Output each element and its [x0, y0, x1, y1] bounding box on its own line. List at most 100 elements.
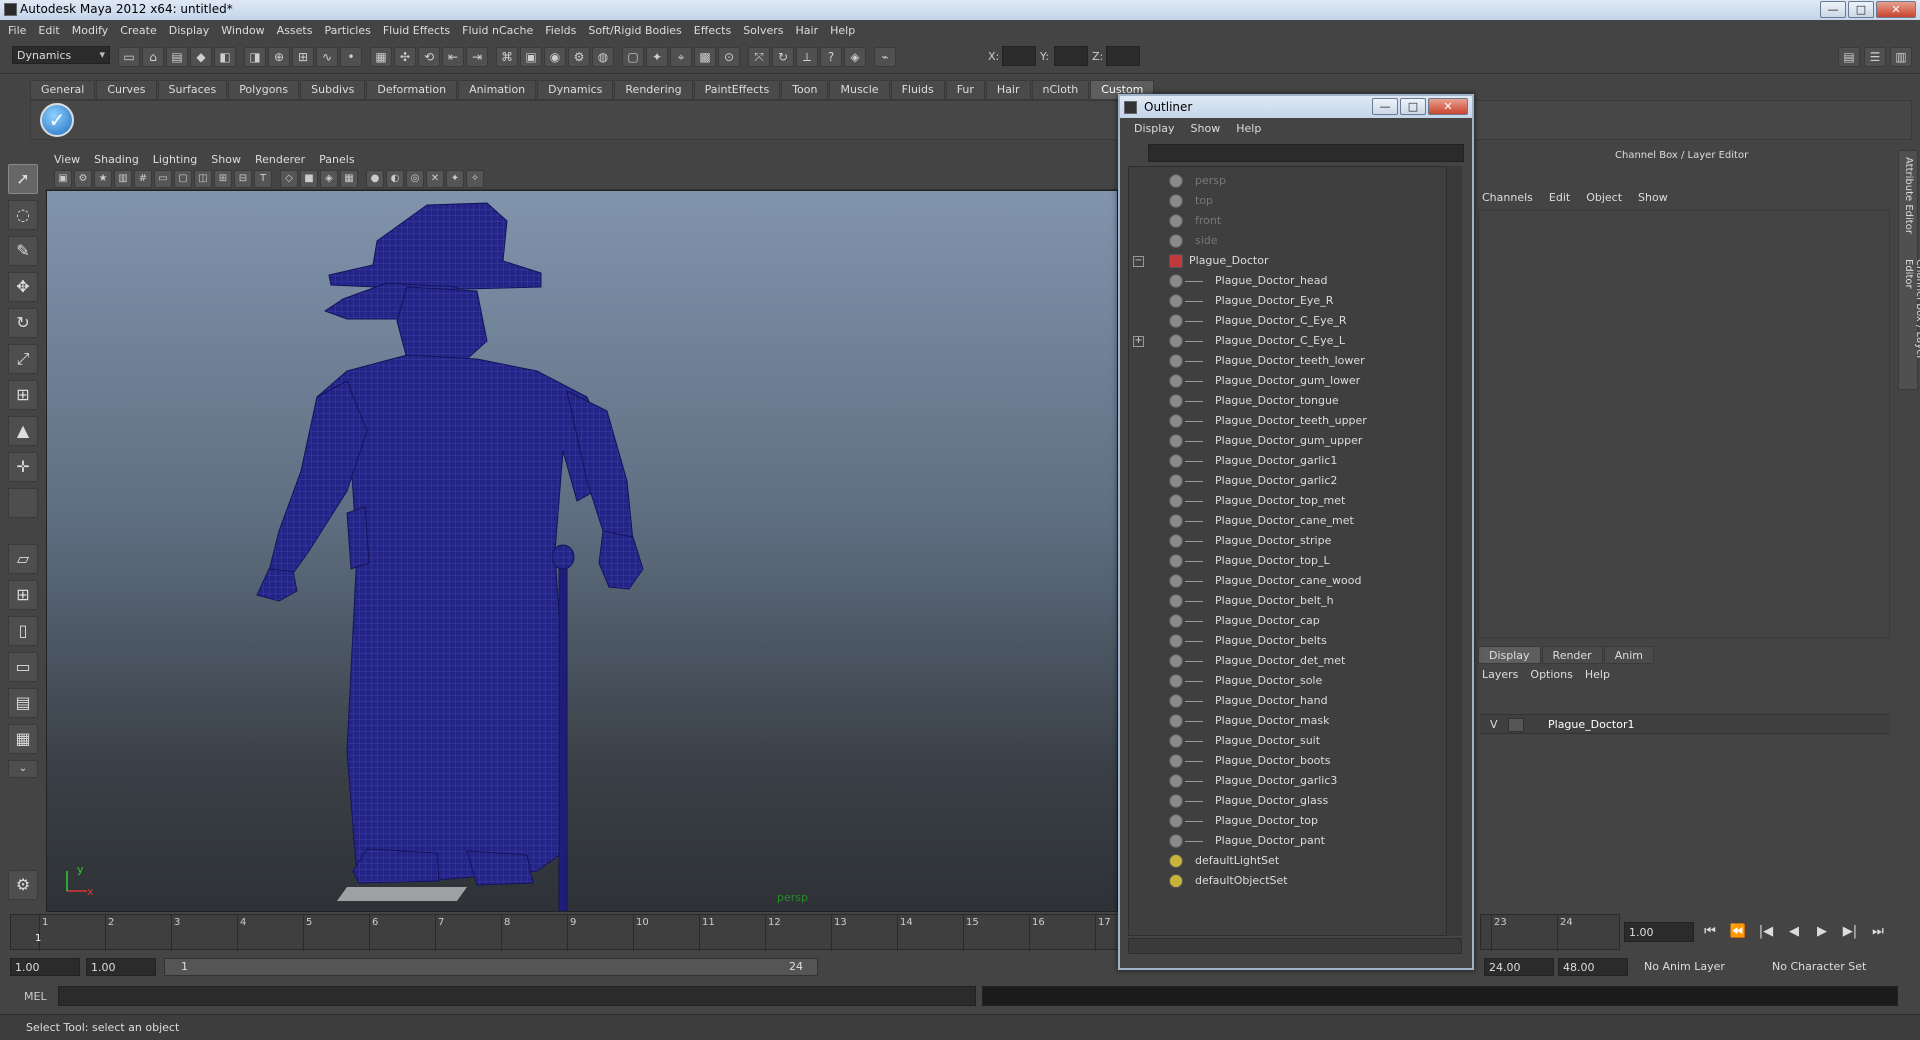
channel-box-tab[interactable]: Channel Box / Layer Editor	[1903, 259, 1920, 389]
current-time-marker[interactable]: 1	[35, 933, 41, 944]
shelf-tab-toon[interactable]: Toon	[781, 80, 829, 100]
smooth-shade-icon[interactable]: ■	[300, 170, 318, 188]
wireframe-icon[interactable]: ◇	[280, 170, 298, 188]
outliner-menu-help[interactable]: Help	[1236, 122, 1261, 135]
image-plane-icon[interactable]: ▥	[114, 170, 132, 188]
outliner-menu-display[interactable]: Display	[1134, 122, 1175, 135]
outliner-item-label[interactable]: Plague_Doctor	[1189, 254, 1268, 267]
character-set-dropdown[interactable]: No Character Set	[1768, 958, 1888, 976]
shelf-tab-muscle[interactable]: Muscle	[829, 80, 890, 100]
outliner-camera-item[interactable]: persp	[1129, 171, 1449, 191]
outliner-item-label[interactable]: top	[1195, 194, 1213, 207]
outliner-camera-item[interactable]: top	[1129, 191, 1449, 211]
outliner-mesh-item[interactable]: Plague_Doctor_teeth_upper	[1129, 411, 1449, 431]
render-frame-icon[interactable]: ▣	[520, 47, 542, 67]
paint-select-tool-icon[interactable]: ✎	[8, 236, 38, 266]
outliner-item-label[interactable]: Plague_Doctor_top_L	[1215, 554, 1330, 567]
outliner-item-label[interactable]: Plague_Doctor_cap	[1215, 614, 1320, 627]
keyframe-icon[interactable]: ◈	[844, 47, 866, 67]
outliner-camera-item[interactable]: side	[1129, 231, 1449, 251]
persp-outliner-layout-icon[interactable]: ▯	[8, 616, 38, 646]
menu-solvers[interactable]: Solvers	[743, 24, 783, 37]
current-frame-field[interactable]: 1.00	[1624, 922, 1694, 942]
viewport-menu-view[interactable]: View	[54, 153, 80, 166]
textured-icon[interactable]: ▦	[340, 170, 358, 188]
gate-mask-icon[interactable]: ◫	[194, 170, 212, 188]
open-scene-icon[interactable]: ⌂	[142, 47, 164, 67]
safe-title-icon[interactable]: T	[254, 170, 272, 188]
outliner-filter-input[interactable]	[1148, 144, 1464, 162]
shelf-tab-polygons[interactable]: Polygons	[228, 80, 300, 100]
outliner-mesh-item[interactable]: Plague_Doctor_boots	[1129, 751, 1449, 771]
transform-icon[interactable]: ⤧	[748, 47, 770, 67]
rotate-icon[interactable]: ↻	[772, 47, 794, 67]
magnet-icon[interactable]: ⊙	[718, 47, 740, 67]
play-forwards-icon[interactable]: ▶	[1812, 922, 1832, 942]
channel-box-menu-object[interactable]: Object	[1586, 191, 1622, 204]
outliner-item-label[interactable]: Plague_Doctor_stripe	[1215, 534, 1331, 547]
field-chart-icon[interactable]: ⊞	[214, 170, 232, 188]
menu-file[interactable]: File	[8, 24, 26, 37]
shelf-tab-fur[interactable]: Fur	[945, 80, 985, 100]
outliner-mesh-item[interactable]: Plague_Doctor_tongue	[1129, 391, 1449, 411]
bookmarks-icon[interactable]: ★	[94, 170, 112, 188]
outliner-mesh-item[interactable]: Plague_Doctor_hand	[1129, 691, 1449, 711]
viewport-menu-renderer[interactable]: Renderer	[255, 153, 305, 166]
outliner-vertical-scrollbar[interactable]	[1446, 166, 1462, 936]
menu-edit[interactable]: Edit	[38, 24, 59, 37]
z-input[interactable]	[1106, 46, 1140, 66]
outliner-item-label[interactable]: Plague_Doctor_top_met	[1215, 494, 1345, 507]
select-tool-icon[interactable]: ➚	[8, 164, 38, 194]
outliner-item-label[interactable]: Plague_Doctor_top	[1215, 814, 1318, 827]
history-icon[interactable]: ⟲	[418, 47, 440, 67]
persp-graph-layout-icon[interactable]: ▭	[8, 652, 38, 682]
single-perspective-layout-icon[interactable]: ▱	[8, 544, 38, 574]
outliner-horizontal-scrollbar[interactable]	[1128, 938, 1462, 954]
outliner-item-label[interactable]: Plague_Doctor_Eye_R	[1215, 294, 1333, 307]
menu-fluid-ncache[interactable]: Fluid nCache	[462, 24, 533, 37]
layer-tab-display[interactable]: Display	[1478, 646, 1541, 664]
viewport-menu-panels[interactable]: Panels	[319, 153, 354, 166]
construction-history-icon[interactable]: ⌘	[496, 47, 518, 67]
outliner-set-item[interactable]: defaultLightSet	[1129, 851, 1449, 871]
step-back-key-icon[interactable]: ⏪	[1728, 922, 1748, 942]
outliner-mesh-item[interactable]: Plague_Doctor_belts	[1129, 631, 1449, 651]
viewport-menu-shading[interactable]: Shading	[94, 153, 139, 166]
mel-input[interactable]	[58, 986, 976, 1006]
outliner-mesh-item[interactable]: Plague_Doctor_det_met	[1129, 651, 1449, 671]
outliner-item-label[interactable]: Plague_Doctor_teeth_lower	[1215, 354, 1365, 367]
xray-icon[interactable]: ✕	[426, 170, 444, 188]
move-tool-icon[interactable]: ✥	[8, 272, 38, 302]
outliner-mesh-item[interactable]: Plague_Doctor_gum_upper	[1129, 431, 1449, 451]
outliner-mesh-item[interactable]: Plague_Doctor_top_L	[1129, 551, 1449, 571]
outliner-item-label[interactable]: Plague_Doctor_garlic1	[1215, 454, 1337, 467]
render-settings-icon[interactable]: ⚙	[568, 47, 590, 67]
ruler-icon[interactable]: ⟂	[796, 47, 818, 67]
outliner-mesh-item[interactable]: Plague_Doctor_cane_met	[1129, 511, 1449, 531]
minimize-button[interactable]: —	[1820, 1, 1846, 18]
rotate-tool-icon[interactable]: ↻	[8, 308, 38, 338]
shelf-tab-fluids[interactable]: Fluids	[890, 80, 945, 100]
snap-live-icon[interactable]: ✣	[394, 47, 416, 67]
end-time-field[interactable]: 48.00	[1558, 958, 1628, 976]
selection-mask-icon[interactable]: ▩	[694, 47, 716, 67]
snap-grid-icon[interactable]: ⊞	[292, 47, 314, 67]
outliner-mesh-item[interactable]: + Plague_Doctor_C_Eye_L	[1129, 331, 1449, 351]
shadows-icon[interactable]: ◐	[386, 170, 404, 188]
display-layer-row[interactable]: V Plague_Doctor1	[1480, 714, 1890, 734]
outliner-item-label[interactable]: Plague_Doctor_gum_lower	[1215, 374, 1360, 387]
outliner-mesh-item[interactable]: Plague_Doctor_Eye_R	[1129, 291, 1449, 311]
outliner-item-label[interactable]: Plague_Doctor_garlic2	[1215, 474, 1337, 487]
outliner-title-bar[interactable]: Outliner — □ ✕	[1120, 96, 1472, 118]
outliner-mesh-item[interactable]: Plague_Doctor_cap	[1129, 611, 1449, 631]
hypershade-icon[interactable]: ◍	[592, 47, 614, 67]
ipr-render-icon[interactable]: ◉	[544, 47, 566, 67]
outliner-mesh-item[interactable]: Plague_Doctor_garlic1	[1129, 451, 1449, 471]
shelf-tab-ncloth[interactable]: nCloth	[1031, 80, 1090, 100]
outliner-mesh-item[interactable]: Plague_Doctor_mask	[1129, 711, 1449, 731]
layer-tab-anim[interactable]: Anim	[1603, 646, 1654, 664]
menu-display[interactable]: Display	[169, 24, 210, 37]
shelf-tab-general[interactable]: General	[30, 80, 96, 100]
outliner-item-label[interactable]: Plague_Doctor_pant	[1215, 834, 1325, 847]
outliner-item-label[interactable]: Plague_Doctor_boots	[1215, 754, 1330, 767]
